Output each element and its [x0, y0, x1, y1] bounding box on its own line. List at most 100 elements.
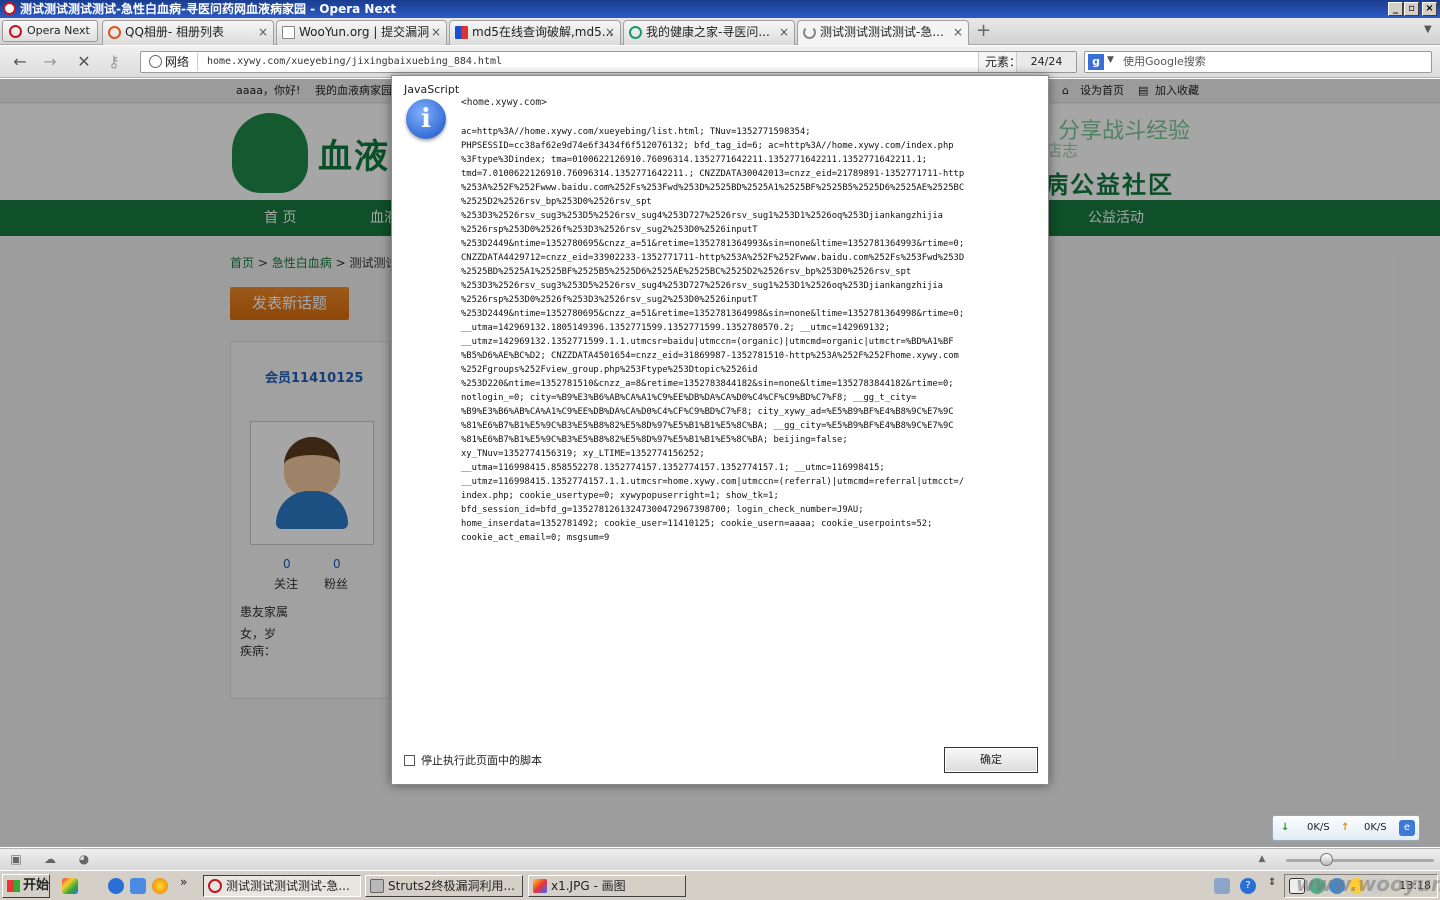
dialog-message-line: %3Ftype%3Dindex; tma=0100622126910.76096…	[461, 155, 928, 165]
forward-arrow-icon[interactable]: →	[40, 52, 60, 72]
info-icon: i	[406, 99, 446, 139]
url-text[interactable]: home.xywy.com/xueyebing/jixingbaixuebing…	[207, 53, 502, 71]
new-tab-button[interactable]: +	[976, 22, 992, 40]
back-arrow-icon[interactable]: ←	[10, 52, 30, 72]
close-tab-icon[interactable]: ×	[779, 21, 789, 44]
dialog-message-line: %81%E6%B7%B1%E5%9C%B3%E5%B8%82%E5%8D%97%…	[461, 435, 848, 445]
dialog-message-line: %252Fgroups%252Fview_group.php%253Ftype%…	[461, 365, 758, 375]
download-arrow-icon: ↓	[1281, 822, 1290, 833]
browser-status-bar: ▣ ☁ ◕ ▲	[0, 848, 1440, 870]
opera-menu-label: Opera Next	[27, 24, 90, 37]
dialog-message-line: %2525D2%2526rsv_bp%253D0%2526rsv_spt	[461, 197, 652, 207]
key-icon[interactable]: ⚷	[104, 52, 124, 72]
search-engine-dropdown-icon[interactable]: ▼	[1107, 55, 1114, 65]
taskbar-item-label: x1.JPG - 画图	[551, 879, 626, 893]
maximize-icon[interactable]: ▫	[1404, 2, 1419, 16]
upload-rate: 0K/S	[1364, 822, 1387, 833]
tray-expand-icon[interactable]: ⇕	[1268, 877, 1276, 888]
outlook-icon[interactable]	[130, 878, 146, 894]
chat-app-icon[interactable]	[152, 878, 168, 894]
address-field[interactable]: 网络 home.xywy.com/xueyebing/jixingbaixueb…	[140, 51, 1077, 73]
tab-label: md5在线查询破解,md5...	[472, 25, 614, 39]
opera-logo-icon	[208, 879, 222, 893]
site-info-badge[interactable]: 网络	[145, 53, 199, 71]
stop-scripts-checkbox[interactable]	[404, 755, 415, 766]
taskbar-item-paint[interactable]: x1.JPG - 画图	[528, 875, 686, 897]
panel-toggle-icon[interactable]: ▣	[8, 852, 24, 866]
dialog-message-line: CNZZDATA4429712=cnzz_eid=33902233-135277…	[461, 253, 965, 263]
dialog-message-line: %253A%252F%252Fwww.baidu.com%252Fs%253Fw…	[461, 183, 965, 193]
ok-button[interactable]: 确定	[944, 747, 1038, 773]
close-tab-icon[interactable]: ×	[431, 21, 441, 44]
dialog-message-line: xy_TNuv=1352774156319; xy_LTIME=13527741…	[461, 449, 705, 459]
dialog-message-line: ac=http%3A//home.xywy.com/xueyebing/list…	[461, 127, 811, 137]
navigation-bar: ← → ✕ ⚷ 网络 home.xywy.com/xueyebing/jixin…	[0, 46, 1440, 78]
view-arrow-icon[interactable]: ▲	[1254, 852, 1270, 866]
dialog-message-line: PHPSESSID=cc38af62e9d74e6f3434f6f5120761…	[461, 141, 954, 151]
help-icon[interactable]: ?	[1240, 878, 1256, 894]
dialog-origin: <home.xywy.com>	[461, 97, 547, 108]
close-tab-icon[interactable]: ×	[953, 21, 963, 44]
loading-spinner-icon	[803, 26, 816, 39]
dialog-message-line: __utma=142969132.1805149396.1352771599.1…	[461, 323, 890, 333]
search-input[interactable]: g ▼ 使用Google搜索	[1084, 51, 1432, 73]
dialog-message-line: %B9%E3%B6%AB%CA%A1%C9%EE%DB%DA%CA%D0%C4%…	[461, 407, 954, 417]
opera-logo-icon	[3, 2, 16, 15]
google-icon[interactable]: g	[1088, 54, 1104, 70]
desktop-app-icon[interactable]	[62, 878, 78, 894]
tab-label: QQ相册- 相册列表	[125, 25, 225, 39]
dialog-message-line: %81%E6%B7%B1%E5%9C%B3%E5%B8%82%E5%8D%97%…	[461, 421, 954, 431]
tab-md5[interactable]: md5在线查询破解,md5... ×	[449, 20, 621, 45]
quicklaunch-overflow-icon[interactable]: »	[180, 875, 187, 889]
paint-icon	[533, 879, 547, 893]
element-counter-label: 元素： 24/24	[978, 52, 1076, 72]
start-button[interactable]: 开始	[2, 874, 50, 898]
turbo-gauge-icon[interactable]: ◕	[76, 852, 92, 866]
window-title: 测试测试测试测试-急性白血病-寻医问药网血液病家园 - Opera Next	[20, 2, 397, 16]
windows-flag-icon	[7, 880, 20, 892]
tab-qq-album[interactable]: QQ相册- 相册列表 ×	[102, 20, 274, 45]
stop-loading-icon[interactable]: ✕	[74, 52, 94, 72]
dialog-message-line: bfd_session_id=bfd_g=1352781261324730047…	[461, 505, 864, 515]
tab-wooyun[interactable]: WooYun.org | 提交漏洞 ×	[276, 20, 447, 45]
taskbar-item-opera[interactable]: 测试测试测试测试-急...	[203, 875, 361, 897]
opera-menu-button[interactable]: Opera Next	[2, 20, 98, 42]
close-tab-icon[interactable]: ×	[258, 21, 268, 44]
zoom-slider-handle[interactable]	[1320, 853, 1333, 866]
javascript-alert-dialog: JavaScript i <home.xywy.com> ac=http%3A/…	[391, 75, 1049, 785]
taskbar-item-label: Struts2终极漏洞利用...	[388, 879, 515, 893]
stop-scripts-label[interactable]: 停止执行此页面中的脚本	[421, 752, 542, 768]
search-placeholder: 使用Google搜索	[1123, 55, 1206, 68]
dialog-message-line: %2525BD%2525A1%2525BF%2525B5%2525D6%2525…	[461, 267, 912, 277]
taskbar-item-struts2[interactable]: Struts2终极漏洞利用...	[365, 875, 523, 897]
tab-list-chevron-icon[interactable]: ▼	[1424, 24, 1432, 35]
dialog-message-line: %253D3%2526rsv_sug3%253D5%2526rsv_sug4%2…	[461, 211, 943, 221]
minimize-icon[interactable]: _	[1388, 2, 1403, 16]
tab-label: 测试测试测试测试-急...	[820, 25, 944, 39]
transfer-panel[interactable]: ↓ 0K/S ↑ 0K/S e	[1272, 815, 1420, 841]
dialog-message-line: %2526rsp%253D0%2526f%253D3%2526rsv_sug2%…	[461, 295, 758, 305]
qq-favicon-icon	[108, 26, 121, 39]
network-tray-icon[interactable]	[1214, 878, 1230, 894]
tab-current-page[interactable]: 测试测试测试测试-急... ×	[797, 20, 969, 45]
close-tab-icon[interactable]: ×	[605, 21, 615, 44]
dialog-message-line: %253D2449&ntime=1352780695&cnzz_a=51&ret…	[461, 309, 965, 319]
dialog-message-line: notlogin_=0; city=%B9%E3%B6%AB%CA%A1%C9%…	[461, 393, 917, 403]
close-window-icon[interactable]: ×	[1422, 2, 1437, 16]
watermark: www.wooyun.org	[1296, 872, 1440, 896]
page-favicon-icon	[282, 26, 295, 39]
dialog-message-line: __utmz=116998415.1352774157.1.1.utmcsr=h…	[461, 477, 965, 487]
opera-unite-cloud-icon[interactable]: ☁	[42, 852, 58, 866]
dialog-message-line: __utmz=142969132.1352771599.1.1.utmcsr=b…	[461, 337, 954, 347]
globe-icon	[149, 55, 162, 68]
browser-e-icon[interactable]: e	[1399, 820, 1415, 836]
ie-icon[interactable]	[108, 878, 124, 894]
dialog-title: JavaScript	[404, 83, 460, 96]
window-app-icon	[370, 879, 384, 893]
tab-bar: Opera Next QQ相册- 相册列表 × WooYun.org | 提交漏…	[0, 18, 1440, 45]
window-title-bar: 测试测试测试测试-急性白血病-寻医问药网血液病家园 - Opera Next _…	[0, 0, 1440, 18]
download-rate: 0K/S	[1307, 822, 1330, 833]
upload-arrow-icon: ↑	[1341, 822, 1350, 833]
zoom-slider[interactable]	[1286, 859, 1434, 862]
tab-health-home[interactable]: 我的健康之家-寻医问... ×	[623, 20, 795, 45]
